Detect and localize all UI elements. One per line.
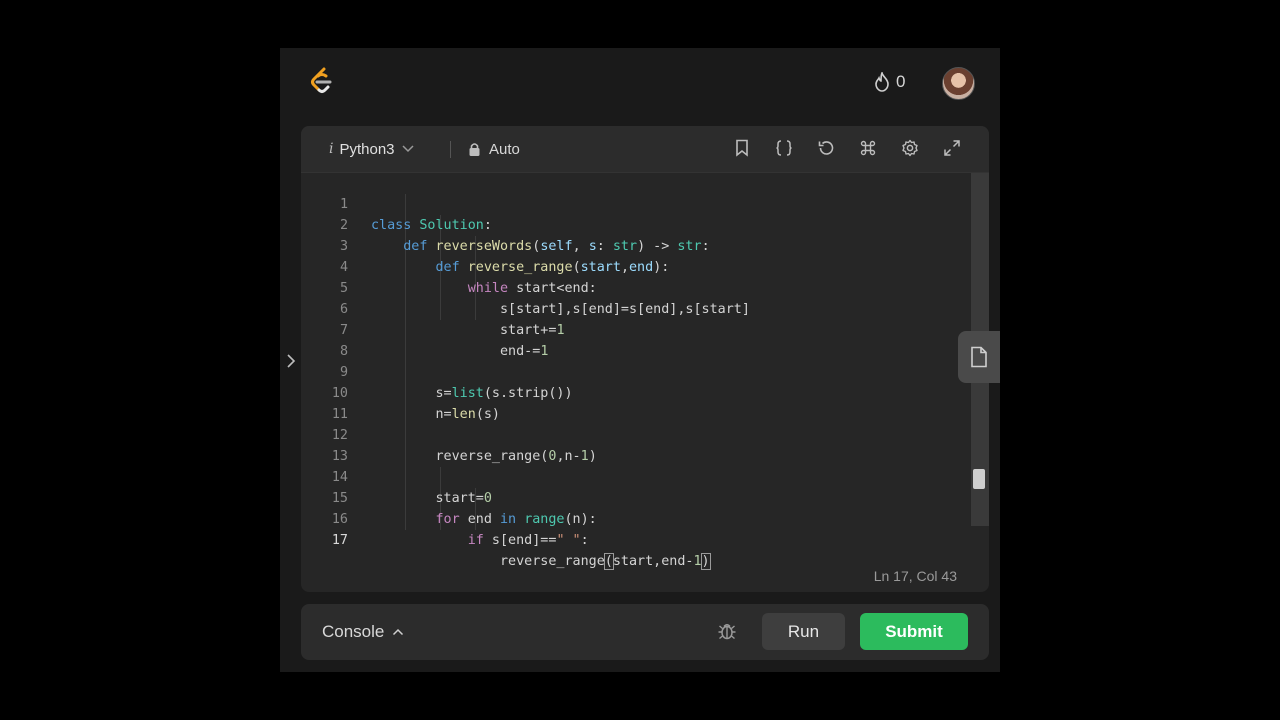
command-key-icon bbox=[860, 140, 876, 156]
code-line: 1 class Solution: bbox=[301, 173, 971, 233]
streak-counter[interactable]: 0 bbox=[874, 70, 905, 94]
bookmark-button[interactable] bbox=[731, 137, 753, 159]
language-select[interactable]: i Python3 bbox=[329, 138, 415, 160]
reset-icon bbox=[818, 141, 834, 155]
code-line: 3 def reverse_range(start,end): bbox=[301, 215, 971, 275]
submit-button[interactable]: Submit bbox=[860, 613, 968, 650]
code-line: 8 bbox=[301, 320, 971, 359]
reset-button[interactable] bbox=[815, 137, 837, 159]
toolbar-divider bbox=[450, 141, 451, 158]
line-number: 17 bbox=[331, 533, 348, 548]
streak-count: 0 bbox=[896, 72, 906, 91]
code-line: 4 while start<end: bbox=[301, 236, 971, 296]
code-text: if s[end]==" ": bbox=[467, 533, 589, 548]
settings-button[interactable] bbox=[899, 137, 921, 159]
code-area[interactable]: 1 class Solution: 2 def reverseWords(sel… bbox=[301, 173, 971, 570]
fullscreen-button[interactable] bbox=[941, 137, 963, 159]
code-line: 5 s[start],s[end]=s[end],s[start] bbox=[301, 257, 971, 317]
flame-icon bbox=[875, 72, 889, 92]
code-line: 13 bbox=[301, 425, 971, 464]
code-text: reverse_range(start,end-1) bbox=[371, 553, 711, 570]
notes-tab-button[interactable] bbox=[958, 331, 1000, 383]
avatar[interactable] bbox=[942, 67, 975, 100]
code-line: 9 s=list(s.strip()) bbox=[301, 341, 971, 401]
bookmark-icon bbox=[736, 139, 748, 157]
chevron-right-icon bbox=[287, 354, 296, 368]
console-toggle[interactable]: Console bbox=[322, 620, 404, 644]
gear-icon bbox=[902, 139, 918, 157]
code-line: 14 start=0 bbox=[301, 446, 971, 506]
top-bar: 0 bbox=[280, 48, 1000, 114]
code-line: 7 end-=1 bbox=[301, 299, 971, 359]
mode-select[interactable]: Auto bbox=[468, 138, 520, 160]
lock-icon bbox=[469, 142, 480, 156]
code-line: 10 n=len(s) bbox=[301, 362, 971, 422]
run-button[interactable]: Run bbox=[762, 613, 845, 650]
shortcuts-button[interactable] bbox=[857, 137, 879, 159]
code-editor: i Python3 Auto 1 class Solution: 2 def r… bbox=[301, 126, 989, 592]
language-label: Python3 bbox=[339, 140, 395, 158]
code-line: 6 start+=1 bbox=[301, 278, 971, 338]
expand-panel-button[interactable] bbox=[284, 350, 298, 372]
editor-toolbar: i Python3 Auto bbox=[301, 126, 989, 173]
chevron-down-icon bbox=[402, 145, 414, 153]
code-line-active: 17 reverse_range(start,end-1) bbox=[301, 509, 971, 570]
leetcode-logo-icon[interactable] bbox=[308, 66, 336, 96]
file-icon bbox=[971, 346, 987, 368]
fullscreen-icon bbox=[944, 140, 960, 156]
mode-label: Auto bbox=[489, 140, 520, 158]
cursor-position: Ln 17, Col 43 bbox=[873, 568, 957, 584]
leetcode-app: 0 i Python3 Auto 1 class Solution: 2 def… bbox=[280, 48, 1000, 672]
language-info-icon: i bbox=[329, 141, 334, 157]
code-line: 15 for end in range(n): bbox=[301, 467, 971, 527]
code-line: 11 bbox=[301, 383, 971, 422]
bug-icon[interactable] bbox=[716, 620, 738, 642]
braces-icon bbox=[776, 140, 792, 156]
code-line: 2 def reverseWords(self, s: str) -> str: bbox=[301, 194, 971, 254]
scroll-thumb[interactable] bbox=[973, 469, 985, 489]
code-line: 12 reverse_range(0,n-1) bbox=[301, 404, 971, 464]
code-line: 16 if s[end]==" ": bbox=[301, 488, 971, 548]
bottom-bar: Console Run Submit bbox=[301, 604, 989, 660]
console-label: Console bbox=[322, 622, 385, 641]
chevron-up-icon bbox=[393, 628, 404, 636]
format-button[interactable] bbox=[773, 137, 795, 159]
